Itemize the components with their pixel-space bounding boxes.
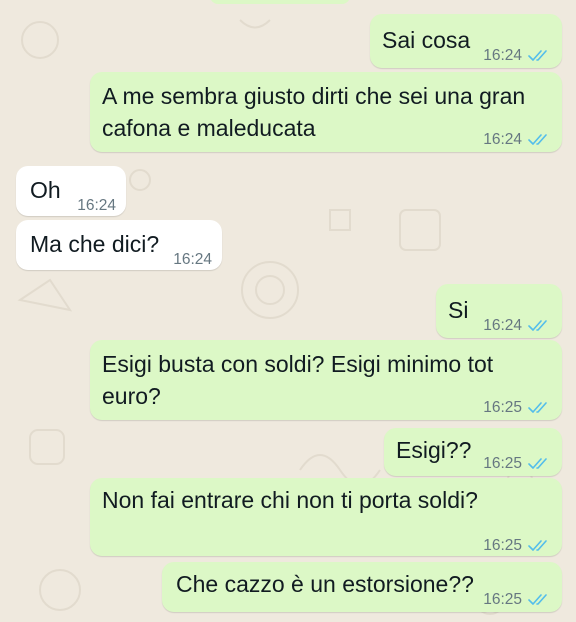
read-icon — [528, 50, 547, 61]
message-text: Che cazzo è un estorsione?? — [176, 571, 474, 597]
message-meta: 16:25 — [483, 584, 552, 616]
message-text: Esigi busta con soldi? Esigi minimo tot … — [102, 351, 494, 409]
message-text: Non fai entrare chi non ti porta soldi? — [102, 487, 478, 513]
message-time: 16:24 — [483, 317, 522, 334]
partial-message-bubble — [210, 0, 350, 4]
chat-area[interactable]: Sai cosa 16:24 A me sembra giusto dirti … — [0, 0, 576, 622]
message-meta: 16:24 — [77, 190, 116, 222]
message-meta: 16:24 — [483, 124, 552, 156]
message-bubble-outgoing[interactable]: Che cazzo è un estorsione?? 16:25 — [162, 562, 562, 612]
message-time: 16:25 — [483, 399, 522, 416]
message-meta: 16:24 — [483, 40, 552, 72]
message-bubble-outgoing[interactable]: Sai cosa 16:24 — [370, 14, 562, 68]
read-icon — [528, 540, 547, 551]
message-bubble-incoming[interactable]: Ma che dici? 16:24 — [16, 220, 222, 270]
message-meta: 16:25 — [483, 392, 552, 424]
message-text: Oh — [30, 177, 61, 203]
read-icon — [528, 594, 547, 605]
message-bubble-outgoing[interactable]: Si 16:24 — [436, 284, 562, 338]
read-icon — [528, 402, 547, 413]
message-bubble-incoming[interactable]: Oh 16:24 — [16, 166, 126, 216]
message-time: 16:25 — [483, 455, 522, 472]
message-time: 16:24 — [483, 47, 522, 64]
message-text: Esigi?? — [396, 437, 472, 463]
read-icon — [528, 320, 547, 331]
message-time: 16:24 — [483, 131, 522, 148]
message-time: 16:25 — [483, 591, 522, 608]
message-bubble-outgoing[interactable]: Esigi busta con soldi? Esigi minimo tot … — [90, 340, 562, 420]
message-text: A me sembra giusto dirti che sei una gra… — [102, 83, 526, 141]
message-text: Si — [448, 297, 469, 323]
message-meta: 16:24 — [173, 244, 212, 276]
message-bubble-outgoing[interactable]: Esigi?? 16:25 — [384, 428, 562, 476]
message-time: 16:24 — [77, 197, 116, 214]
message-time: 16:25 — [483, 537, 522, 554]
message-time: 16:24 — [173, 251, 212, 268]
message-bubble-outgoing[interactable]: A me sembra giusto dirti che sei una gra… — [90, 72, 562, 152]
read-icon — [528, 458, 547, 469]
message-text: Sai cosa — [382, 27, 471, 53]
message-meta: 16:25 — [483, 448, 552, 480]
read-icon — [528, 134, 547, 145]
message-bubble-outgoing[interactable]: Non fai entrare chi non ti porta soldi? … — [90, 478, 562, 556]
message-meta: 16:25 — [483, 530, 552, 562]
message-text: Ma che dici? — [30, 231, 160, 257]
message-meta: 16:24 — [483, 310, 552, 342]
